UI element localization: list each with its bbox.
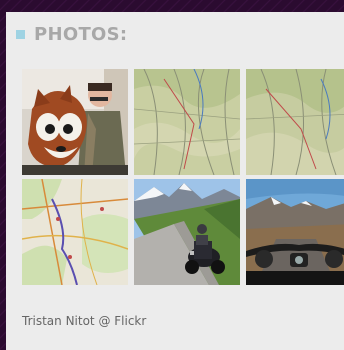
photo-thumbnail-5[interactable]	[134, 179, 240, 285]
photo-thumbnail-4[interactable]	[22, 179, 128, 285]
photo-thumbnail-3[interactable]	[246, 69, 344, 175]
photos-header: PHOTOS:	[16, 22, 127, 46]
photo-thumbnail-2[interactable]	[134, 69, 240, 175]
photo-credit-link[interactable]: Tristan Nitot @ Flickr	[22, 314, 146, 328]
photo-road-map-image	[22, 179, 128, 285]
bullet-square-icon	[16, 29, 25, 39]
photo-grid	[22, 69, 344, 285]
photos-title: PHOTOS:	[34, 23, 128, 45]
photo-thumbnail-6[interactable]	[246, 179, 344, 285]
photo-motorcycle-mountain-road-image	[134, 179, 240, 285]
photo-topographic-map-image	[246, 69, 344, 175]
photo-motorcycle-handlebar-image	[246, 179, 344, 285]
photo-topographic-map-image	[134, 69, 240, 175]
photo-thumbnail-1[interactable]	[22, 69, 128, 175]
photo-person-with-fox-image	[22, 69, 128, 175]
